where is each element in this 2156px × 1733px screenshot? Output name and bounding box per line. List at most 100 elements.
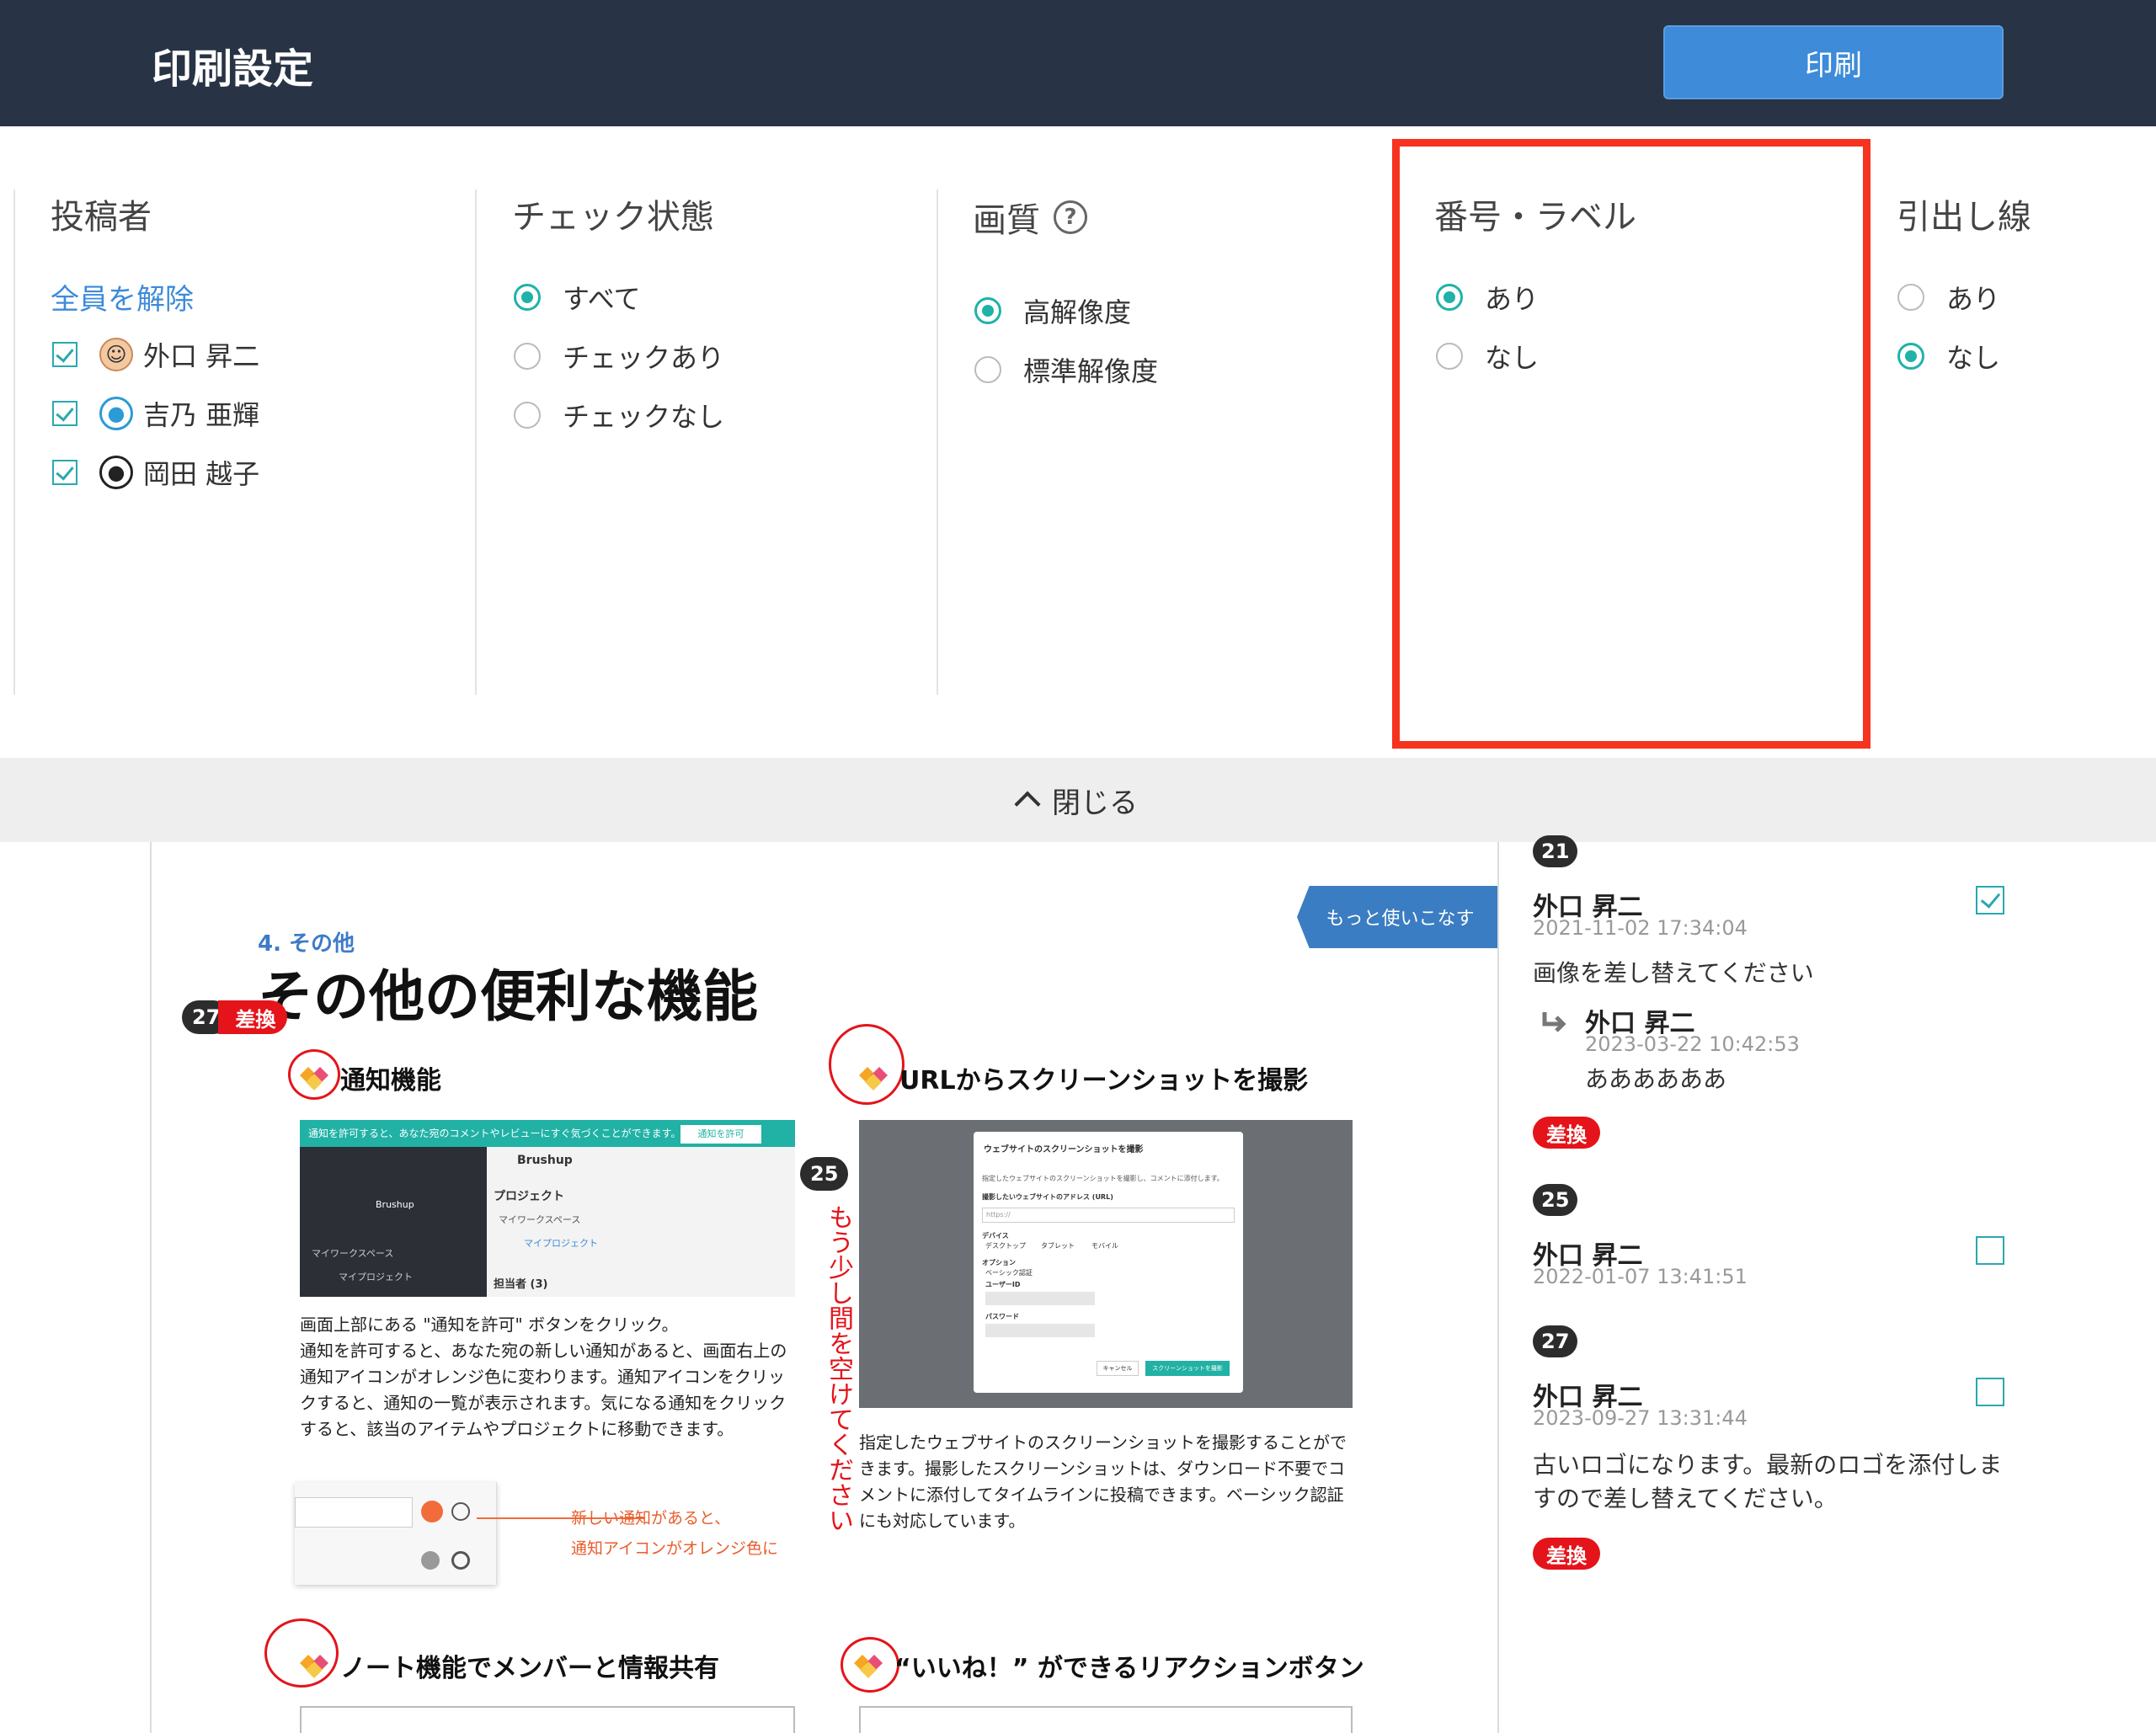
feature-title-reaction: “いいね！” ができるリアクションボタン xyxy=(851,1647,1364,1684)
brushup-logo-icon xyxy=(859,1067,888,1090)
notify-description: 画面上部にある "通知を許可" ボタンをクリック。 通知を許可すると、あなた宛の… xyxy=(300,1314,787,1439)
option-label: なし xyxy=(1946,342,2001,374)
brand-label: Brushup xyxy=(517,1154,573,1167)
pin-tag: 差換 xyxy=(218,1000,288,1034)
option-label: すべて xyxy=(563,283,641,315)
notify-sidebar: Brushup マイワークスペース マイプロジェクト xyxy=(300,1147,487,1297)
check-state-title: チェック状態 xyxy=(512,198,714,237)
leader-line-off-option[interactable]: なし xyxy=(1897,337,2000,376)
dialog-user-label: ユーザーID xyxy=(985,1281,1021,1288)
corner-tag: もっと使いこなす xyxy=(1297,886,1497,948)
feature-title-note: ノート機能でメンバーと情報共有 xyxy=(296,1647,719,1684)
column-divider xyxy=(937,189,938,695)
page-title: 印刷設定 xyxy=(152,45,314,93)
comment-text: 古いロゴになります。最新のロゴを添付しますので差し替えてください。 xyxy=(1533,1451,2003,1512)
leader-line-on-option[interactable]: あり xyxy=(1897,278,2000,317)
workspace-label: マイワークスペース xyxy=(499,1214,581,1225)
comment-checkbox[interactable] xyxy=(1976,886,2004,914)
poster-name: 岡田 越子 xyxy=(143,458,260,490)
leader-line-title: 引出し線 xyxy=(1897,198,2031,237)
document-title: その他の便利な機能 xyxy=(258,964,758,1029)
workspace-label: マイワークスペース xyxy=(312,1248,394,1259)
poster-option-1[interactable]: ☺ 外口 昇二 xyxy=(52,335,259,374)
radio-icon[interactable] xyxy=(514,402,541,429)
checked-only-option[interactable]: チェックあり xyxy=(514,337,724,376)
high-res-option[interactable]: 高解像度 xyxy=(974,291,1131,330)
comment-checkbox[interactable] xyxy=(1976,1378,2004,1406)
poster-name: 吉乃 亜輝 xyxy=(143,399,260,431)
project-label: プロジェクト xyxy=(494,1190,564,1203)
red-circle-mark xyxy=(288,1049,340,1100)
dialog-device-3: モバイル xyxy=(1091,1242,1118,1250)
annotation-pin-25[interactable]: 25 xyxy=(800,1157,849,1191)
dialog-url-input: https:// xyxy=(982,1208,1235,1223)
help-icon xyxy=(451,1502,470,1521)
feature-title-url: URLからスクリーンショットを撮影 xyxy=(856,1059,1308,1096)
user-icon: ● xyxy=(99,397,133,430)
standard-res-option[interactable]: 標準解像度 xyxy=(974,350,1158,389)
highlight-frame xyxy=(1392,139,1870,749)
pin-number: 25 xyxy=(800,1157,849,1191)
poster-column: 投稿者 xyxy=(51,189,455,695)
radio-icon[interactable] xyxy=(514,343,541,370)
feature-title-text: “いいね！” ができるリアクションボタン xyxy=(894,1654,1364,1683)
reply-text: ああああああ xyxy=(1585,1065,1727,1093)
clear-all-link[interactable]: 全員を解除 xyxy=(51,276,194,317)
dialog-device-label: デバイス xyxy=(982,1232,1009,1240)
notify-icon-screenshot xyxy=(295,1482,497,1585)
note-screenshot-frame xyxy=(300,1706,795,1733)
option-label: 標準解像度 xyxy=(1023,355,1159,387)
chevron-up-icon xyxy=(1014,791,1041,818)
reply-date: 2023-03-22 10:42:53 xyxy=(1585,1032,1800,1056)
myproject-label: マイプロジェクト xyxy=(524,1238,598,1249)
comment-date: 2022-01-07 13:41:51 xyxy=(1533,1265,1748,1288)
dialog-submit: スクリーンショットを撮影 xyxy=(1145,1361,1230,1376)
callout-text-2: 通知アイコンがオレンジ色に xyxy=(571,1539,779,1558)
dialog-url-label: 撮影したいウェブサイトのアドレス (URL) xyxy=(982,1193,1113,1201)
feature-title-text: 通知機能 xyxy=(340,1066,441,1096)
column-divider xyxy=(475,189,477,695)
annotation-pin-27[interactable]: 27 差換 xyxy=(182,1000,288,1034)
close-settings-button[interactable]: 閉じる xyxy=(0,758,2156,842)
quality-title-row: 画質 ? xyxy=(973,193,1377,242)
help-icon[interactable]: ? xyxy=(1054,200,1087,234)
poster-option-2[interactable]: ● 吉乃 亜輝 xyxy=(52,394,259,433)
callout-text-1: 新しい通知があると、 xyxy=(571,1509,731,1528)
dialog-title: ウェブサイトのスクリーンショットを撮影 xyxy=(984,1145,1144,1154)
checkbox-icon[interactable] xyxy=(52,342,77,367)
comment-number-badge[interactable]: 25 xyxy=(1533,1184,1578,1216)
screenshot-dialog: ウェブサイトのスクリーンショットを撮影 指定したウェブサイトのスクリーンショット… xyxy=(974,1132,1243,1393)
dialog-device-1: デスクトップ xyxy=(985,1242,1026,1250)
comment-number-badge[interactable]: 21 xyxy=(1533,835,1578,867)
check-all-option[interactable]: すべて xyxy=(514,278,640,317)
dialog-basic-auth: ベーシック認証 xyxy=(985,1269,1033,1277)
poster-option-3[interactable]: ● 岡田 越子 xyxy=(52,453,259,492)
radio-selected-icon[interactable] xyxy=(1897,343,1924,370)
checkbox-icon[interactable] xyxy=(52,401,77,426)
myproject-label: マイプロジェクト xyxy=(339,1272,413,1282)
user-icon: ● xyxy=(99,456,133,489)
notify-screenshot: 通知を許可すると、あなた宛のコメントやレビューにすぐ気づくことができます。 通知… xyxy=(300,1120,795,1297)
comment-date: 2021-11-02 17:34:04 xyxy=(1533,916,1748,940)
print-button[interactable]: 印刷 xyxy=(1663,25,2004,99)
option-label: チェックあり xyxy=(563,342,725,374)
reply-arrow-icon xyxy=(1542,1012,1566,1032)
comment-number-badge[interactable]: 27 xyxy=(1533,1325,1578,1357)
comment-checkbox[interactable] xyxy=(1976,1236,2004,1265)
dialog-pass-input xyxy=(985,1324,1095,1337)
gear-icon xyxy=(451,1551,470,1570)
bell-icon xyxy=(421,1501,443,1522)
checkbox-icon[interactable] xyxy=(52,460,77,485)
dialog-desc: 指定したウェブサイトのスクリーンショットを撮影し、コメントに添付します。 xyxy=(982,1175,1224,1182)
search-field-mock xyxy=(295,1497,413,1528)
radio-selected-icon[interactable] xyxy=(974,297,1001,324)
replace-tag: 差換 xyxy=(1533,1117,1600,1149)
unchecked-only-option[interactable]: チェックなし xyxy=(514,396,724,435)
leader-line-column: 引出し線 xyxy=(1897,189,2149,695)
quality-column: 画質 ? xyxy=(973,189,1377,695)
radio-icon[interactable] xyxy=(1897,284,1924,311)
brushup-logo-icon xyxy=(300,1655,328,1678)
option-label: あり xyxy=(1946,283,2001,315)
radio-selected-icon[interactable] xyxy=(514,284,541,311)
radio-icon[interactable] xyxy=(974,356,1001,383)
